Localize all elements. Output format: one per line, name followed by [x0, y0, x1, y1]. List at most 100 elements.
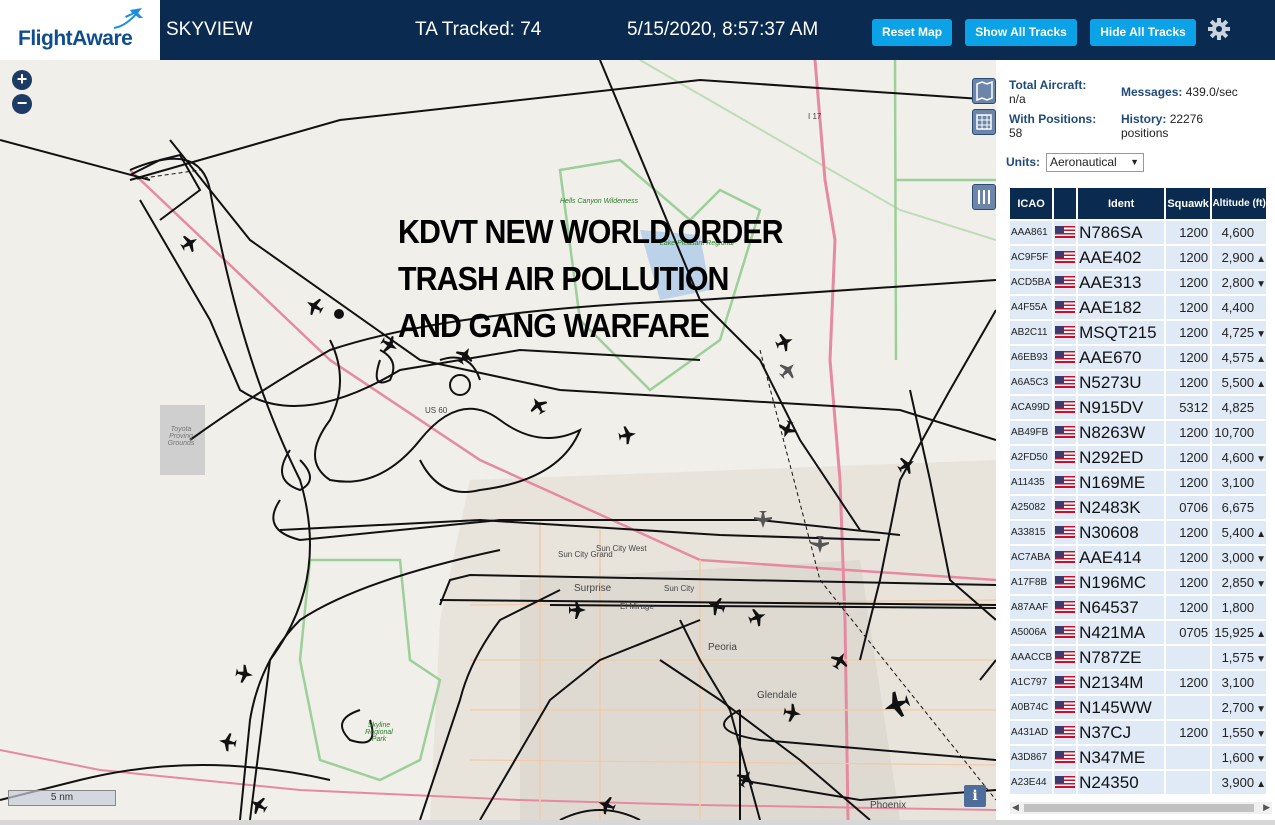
altitude-value: 4,725: [1221, 325, 1255, 340]
grid-toggle-button[interactable]: [972, 109, 996, 135]
squawk-cell: 1200: [1166, 546, 1211, 569]
units-select[interactable]: Aeronautical ▼: [1046, 153, 1144, 172]
flag-cell: [1054, 596, 1077, 619]
altitude-value: 2,800: [1221, 275, 1255, 290]
table-row[interactable]: A1C797 N2134M 1200 3,100: [1010, 671, 1267, 694]
table-row[interactable]: A3D867 N347ME 1,600 ▼: [1010, 746, 1267, 769]
column-header-icao[interactable]: ICAO: [1010, 188, 1053, 219]
icao-cell: AB2C11: [1010, 321, 1053, 344]
altitude-value: 4,825: [1221, 400, 1255, 415]
table-row[interactable]: ACD5BA AAE313 1200 2,800 ▼: [1010, 271, 1267, 294]
squawk-cell: 0706: [1166, 496, 1211, 519]
scroll-right-icon[interactable]: ▶: [1263, 802, 1270, 813]
ident-cell: N30608: [1078, 521, 1165, 544]
flag-cell: [1054, 296, 1077, 319]
column-header-flag[interactable]: [1054, 188, 1077, 219]
squawk-cell: [1166, 696, 1211, 719]
us-flag-icon: [1055, 576, 1076, 589]
table-row[interactable]: A33815 N30608 1200 5,400 ▲: [1010, 521, 1267, 544]
squawk-cell: 1200: [1166, 271, 1211, 294]
gear-icon[interactable]: [1207, 17, 1231, 41]
us-flag-icon: [1055, 776, 1076, 789]
show-all-tracks-button[interactable]: Show All Tracks: [965, 19, 1077, 46]
table-row[interactable]: A2FD50 N292ED 1200 4,600 ▼: [1010, 446, 1267, 469]
table-row[interactable]: AC9F5F AAE402 1200 2,900 ▲: [1010, 246, 1267, 269]
flag-cell: [1054, 646, 1077, 669]
info-button[interactable]: i: [964, 785, 986, 807]
table-row[interactable]: A17F8B N196MC 1200 2,850 ▼: [1010, 571, 1267, 594]
map-canvas: [0, 60, 996, 820]
columns-toggle-button[interactable]: [972, 184, 996, 210]
flag-cell: [1054, 671, 1077, 694]
icao-cell: A2FD50: [1010, 446, 1053, 469]
altitude-value: 3,100: [1221, 475, 1255, 490]
table-row[interactable]: ACA99D N915DV 5312 4,825: [1010, 396, 1267, 419]
altitude-value: 1,575: [1221, 650, 1255, 665]
ident-cell: N5273U: [1078, 371, 1165, 394]
table-row[interactable]: A25082 N2483K 0706 6,675: [1010, 496, 1267, 519]
us-flag-icon: [1055, 726, 1076, 739]
messages-value: 439.0/sec: [1185, 85, 1238, 99]
ident-cell: N915DV: [1078, 396, 1165, 419]
squawk-cell: 1200: [1166, 421, 1211, 444]
icao-cell: AC7ABA: [1010, 546, 1053, 569]
icao-cell: A23E44: [1010, 771, 1053, 794]
altitude-cell: 15,925 ▲: [1212, 621, 1267, 644]
table-row[interactable]: A431AD N37CJ 1200 1,550 ▼: [1010, 721, 1267, 744]
units-label: Units:: [1006, 155, 1040, 169]
map-label-sun-city: Sun City: [664, 584, 695, 593]
us-flag-icon: [1055, 276, 1076, 289]
history-label: History:: [1121, 112, 1167, 126]
altitude-value: 5,400: [1221, 525, 1255, 540]
flag-cell: [1054, 521, 1077, 544]
zoom-out-button[interactable]: −: [12, 94, 32, 114]
us-flag-icon: [1055, 626, 1076, 639]
icao-cell: ACA99D: [1010, 396, 1053, 419]
ident-cell: N292ED: [1078, 446, 1165, 469]
table-row[interactable]: A4F55A AAE182 1200 4,400: [1010, 296, 1267, 319]
icao-cell: A11435: [1010, 471, 1053, 494]
horizontal-scrollbar[interactable]: ◀ ▶: [1010, 802, 1272, 814]
ident-cell: N37CJ: [1078, 721, 1165, 744]
us-flag-icon: [1055, 451, 1076, 464]
table-row[interactable]: A0B74C N145WW 2,700 ▼: [1010, 696, 1267, 719]
icao-cell: A5006A: [1010, 621, 1053, 644]
table-row[interactable]: A87AAF N64537 1200 1,800: [1010, 596, 1267, 619]
table-row[interactable]: AAACCB N787ZE 1,575 ▼: [1010, 646, 1267, 669]
table-row[interactable]: AB49FB N8263W 1200 10,700: [1010, 421, 1267, 444]
table-row[interactable]: AB2C11 MSQT215 1200 4,725 ▼: [1010, 321, 1267, 344]
map-label-phoenix: Phoenix: [870, 800, 907, 811]
icao-cell: AAA861: [1010, 221, 1053, 244]
table-row[interactable]: AAA861 N786SA 1200 4,600: [1010, 221, 1267, 244]
ident-cell: N64537: [1078, 596, 1165, 619]
altitude-value: 2,700: [1221, 700, 1255, 715]
column-header-squawk[interactable]: Squawk: [1166, 188, 1211, 219]
altitude-value: 2,900: [1221, 250, 1255, 265]
messages-label: Messages:: [1121, 85, 1183, 99]
table-row[interactable]: A5006A N421MA 0705 15,925 ▲: [1010, 621, 1267, 644]
scroll-left-icon[interactable]: ◀: [1012, 802, 1019, 813]
table-row[interactable]: A6A5C3 N5273U 1200 5,500 ▲: [1010, 371, 1267, 394]
table-row[interactable]: A6EB93 AAE670 1200 4,575 ▲: [1010, 346, 1267, 369]
flag-cell: [1054, 721, 1077, 744]
us-flag-icon: [1055, 526, 1076, 539]
squawk-cell: 1200: [1166, 296, 1211, 319]
us-flag-icon: [1055, 376, 1076, 389]
table-row[interactable]: A23E44 N24350 3,900 ▲: [1010, 771, 1267, 794]
table-row[interactable]: A11435 N169ME 1200 3,100: [1010, 471, 1267, 494]
column-header-altitude[interactable]: Altitude (ft): [1212, 188, 1267, 219]
chevron-down-icon: ▼: [1130, 157, 1139, 167]
map-view[interactable]: + − Hells Canyon Wilderness Lake Pleasan…: [0, 60, 996, 820]
map-label-peoria: Peoria: [708, 642, 737, 653]
ident-cell: AAE670: [1078, 346, 1165, 369]
reset-map-button[interactable]: Reset Map: [872, 19, 952, 46]
zoom-in-button[interactable]: +: [12, 70, 32, 90]
hide-all-tracks-button[interactable]: Hide All Tracks: [1090, 19, 1196, 46]
scrollbar-thumb[interactable]: [1024, 804, 1254, 812]
column-header-ident[interactable]: Ident: [1078, 188, 1165, 219]
table-row[interactable]: AC7ABA AAE414 1200 3,000 ▼: [1010, 546, 1267, 569]
aircraft-table-wrap[interactable]: ICAO Ident Squawk Altitude (ft) AAA861 N7…: [1008, 186, 1275, 796]
flag-cell: [1054, 546, 1077, 569]
map-layers-button[interactable]: [972, 78, 996, 104]
flightaware-logo[interactable]: FlightAware: [0, 0, 160, 60]
